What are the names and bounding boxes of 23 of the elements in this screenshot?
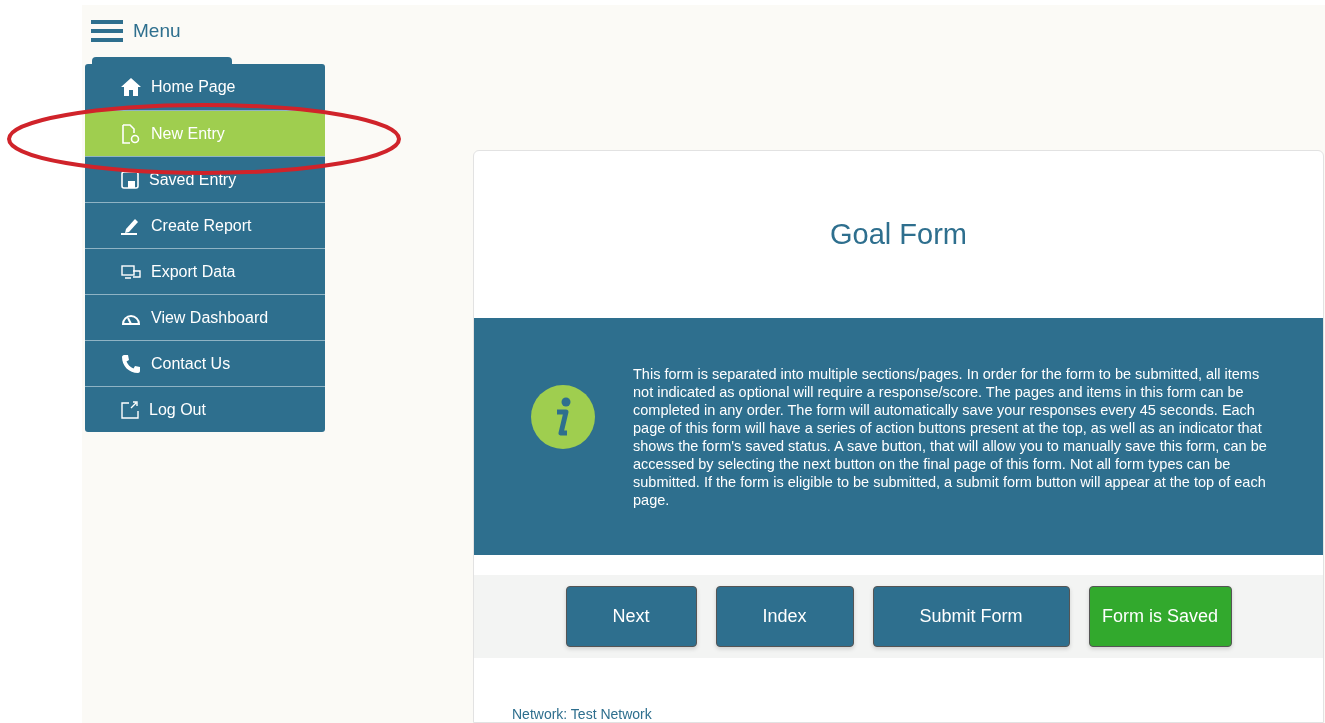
nav-item[interactable]: Home Page	[85, 64, 325, 110]
menu-icon	[91, 20, 123, 42]
form-title: Goal Form	[830, 218, 967, 252]
nav-item[interactable]: Contact Us	[85, 340, 325, 386]
status-button[interactable]: Form is Saved	[1088, 586, 1232, 648]
nav-item[interactable]: Create Report	[85, 202, 325, 248]
info-icon	[531, 384, 595, 449]
save-icon	[121, 170, 139, 189]
monitor-icon	[121, 264, 141, 279]
nav-item[interactable]: Export Data	[85, 248, 325, 294]
action-button[interactable]: Next	[565, 586, 697, 648]
exit-icon	[121, 400, 139, 419]
action-button[interactable]: Index	[715, 586, 854, 648]
info-text: This form is separated into multiple sections/pages. In order for the form to be submitted, all items not indicated as optional will require a response/score. The pages and items in this form can be completed in any order. The form will automatically save your responses every 45 seconds. Each page of this form will have a series of action buttons present at the top, as well as an indicator that shows the form's saved status. A save button, that will allow you to manually save this form, can be accessed by selecting the next button on the final page of this form. Not all form types can be submitted. If the form is eligible to be submitted, a submit form button will appear at the top of each page.	[633, 364, 1268, 509]
menu-button[interactable]: Menu	[91, 20, 181, 42]
new-document-icon	[121, 123, 141, 144]
pencil-icon	[121, 216, 141, 235]
network-label: Network: Test Network	[512, 706, 652, 722]
action-button[interactable]: Submit Form	[872, 586, 1070, 648]
nav-item[interactable]: Log Out	[85, 386, 325, 432]
home-icon	[121, 78, 141, 96]
nav-item[interactable]: View Dashboard	[85, 294, 325, 340]
phone-icon	[121, 353, 141, 374]
